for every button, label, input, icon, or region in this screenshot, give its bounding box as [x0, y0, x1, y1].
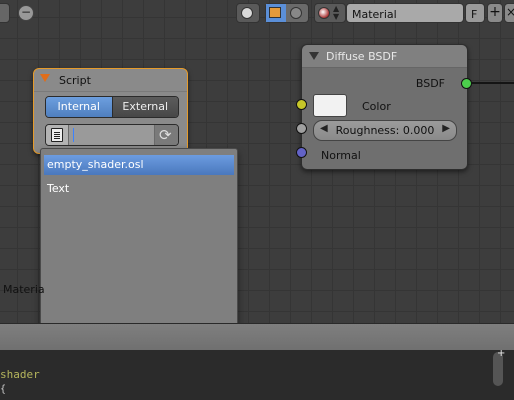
mode-internal-button[interactable]: Internal — [46, 97, 113, 117]
script-text-selector[interactable]: ⟳ — [45, 124, 179, 146]
collapse-triangle-icon[interactable] — [40, 74, 50, 82]
color-swatch[interactable] — [313, 94, 347, 117]
text-editor-area[interactable] — [0, 349, 514, 400]
dropdown-item-empty-shader[interactable]: empty_shader.osl — [44, 155, 234, 175]
material-sphere-icon — [318, 7, 330, 19]
material-name: Material — [352, 8, 397, 21]
mode-external-button[interactable]: External — [112, 97, 178, 117]
updown-arrows-icon: ▲ ▼ — [333, 4, 340, 21]
unlink-material-button[interactable]: × — [504, 3, 514, 23]
shader-sphere-icon — [241, 7, 253, 19]
roughness-input-socket[interactable] — [296, 123, 307, 134]
color-input-label: Color — [362, 100, 391, 113]
diffuse-node-header[interactable]: Diffuse BSDF — [302, 45, 467, 68]
dropdown-item-text[interactable]: Text — [47, 181, 69, 197]
text-datablock-icon — [51, 128, 63, 142]
node-link-wire — [471, 82, 514, 84]
text-browse-button[interactable] — [46, 125, 69, 145]
editor-type-button[interactable] — [0, 3, 10, 23]
script-node-header[interactable]: Script — [34, 69, 187, 92]
increment-arrow-icon[interactable]: ▶ — [442, 123, 450, 134]
code-line-1: shader — [0, 368, 40, 381]
roughness-value: Roughness: 0.000 — [335, 124, 435, 137]
world-icon[interactable] — [290, 7, 302, 19]
code-line-2: { — [0, 384, 7, 395]
object-cube-icon — [269, 7, 281, 18]
script-node-title: Script — [59, 74, 91, 87]
diffuse-node-title: Diffuse BSDF — [326, 50, 398, 63]
script-mode-toggle: Internal External — [45, 96, 179, 118]
reload-icon: ⟳ — [159, 126, 172, 144]
collapse-triangle-icon[interactable] — [309, 52, 319, 60]
fake-user-label: F — [471, 8, 478, 21]
reload-script-button[interactable]: ⟳ — [154, 125, 178, 145]
bsdf-output-label: BSDF — [415, 77, 445, 90]
script-node[interactable]: Script Internal External ⟳ — [33, 68, 188, 154]
add-material-button[interactable]: + — [487, 3, 503, 23]
color-input-socket[interactable] — [296, 99, 307, 110]
node-editor-header — [0, 323, 514, 350]
normal-input-socket[interactable] — [296, 147, 307, 158]
normal-input-label: Normal — [321, 149, 361, 162]
text-name-field[interactable] — [69, 125, 153, 145]
diffuse-bsdf-node[interactable]: Diffuse BSDF BSDF Color ◀ Roughness: 0.0… — [301, 44, 468, 170]
text-cursor — [73, 128, 74, 142]
collapse-menu-icon[interactable]: − — [18, 5, 34, 21]
material-label-partial: Materia — [3, 283, 45, 296]
roughness-slider[interactable]: ◀ Roughness: 0.000 ▶ — [313, 120, 457, 141]
